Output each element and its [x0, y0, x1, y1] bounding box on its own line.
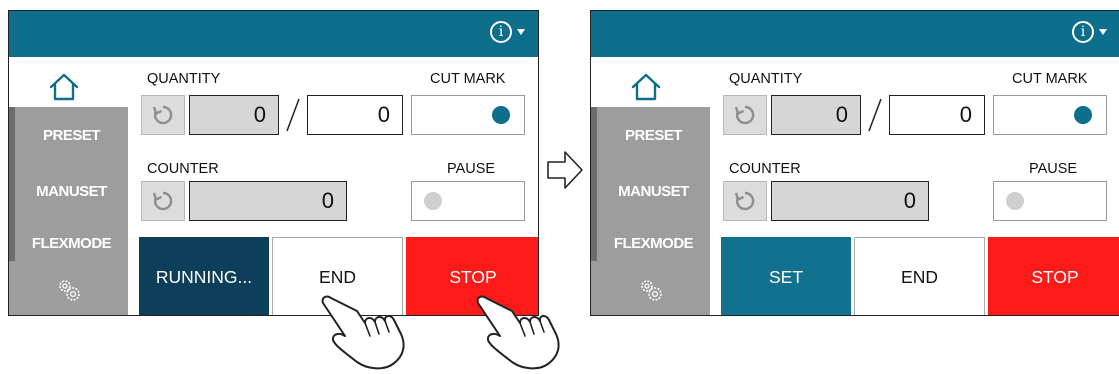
reset-icon — [734, 105, 755, 125]
cut-mark-label: CUT MARK — [430, 71, 506, 87]
pause-toggle[interactable] — [993, 181, 1107, 221]
reset-icon — [734, 191, 755, 211]
pause-label: PAUSE — [447, 161, 496, 177]
pause-label: PAUSE — [1029, 161, 1078, 177]
cut-mark-toggle[interactable] — [411, 95, 525, 135]
stop-button[interactable]: STOP — [988, 237, 1119, 315]
screen-running: i PRESET MANUSET FLEXMODE QUANTITY CUT M… — [8, 10, 539, 316]
quantity-current-field: 0 — [189, 95, 279, 135]
quantity-label: QUANTITY — [729, 71, 803, 87]
pointing-hand-icon — [321, 295, 405, 370]
quantity-target-field[interactable]: 0 — [307, 95, 403, 135]
sidebar-item-flexmode[interactable]: FLEXMODE — [597, 235, 710, 252]
reset-icon — [152, 191, 173, 211]
quantity-reset-button[interactable] — [723, 95, 767, 135]
pause-toggle[interactable] — [411, 181, 525, 221]
end-button[interactable]: END — [854, 237, 985, 315]
info-circle-icon[interactable]: i — [1072, 21, 1094, 43]
counter-label: COUNTER — [147, 161, 219, 177]
cut-mark-indicator — [492, 106, 510, 124]
running-button[interactable]: RUNNING... — [139, 237, 269, 315]
info-circle-icon[interactable]: i — [490, 21, 512, 43]
pause-indicator — [1006, 192, 1024, 210]
pointing-hand-icon — [476, 295, 560, 370]
sidebar-item-manuset[interactable]: MANUSET — [15, 183, 128, 200]
counter-field: 0 — [771, 181, 929, 221]
sidebar-item-flexmode[interactable]: FLEXMODE — [15, 235, 128, 252]
home-icon[interactable] — [631, 73, 661, 101]
cut-mark-label: CUT MARK — [1012, 71, 1088, 87]
cut-mark-toggle[interactable] — [993, 95, 1107, 135]
info-menu[interactable]: i — [490, 21, 525, 43]
counter-label: COUNTER — [729, 161, 801, 177]
reset-icon — [152, 105, 173, 125]
sidebar-item-preset[interactable]: PRESET — [597, 127, 710, 144]
quantity-label: QUANTITY — [147, 71, 221, 87]
info-menu[interactable]: i — [1072, 21, 1107, 43]
sidebar: PRESET MANUSET FLEXMODE — [591, 107, 710, 315]
cut-mark-indicator — [1074, 106, 1092, 124]
right-arrow-icon — [547, 151, 583, 189]
dropdown-caret-icon[interactable] — [517, 29, 525, 35]
quantity-separator — [868, 98, 882, 132]
sidebar-item-preset[interactable]: PRESET — [15, 127, 128, 144]
quantity-current-field: 0 — [771, 95, 861, 135]
header-bar: i — [591, 11, 1119, 57]
counter-reset-button[interactable] — [141, 181, 185, 221]
home-icon[interactable] — [49, 73, 79, 101]
screen-set: i PRESET MANUSET FLEXMODE QUANTITY CUT M… — [590, 10, 1119, 316]
sidebar: PRESET MANUSET FLEXMODE — [9, 107, 128, 315]
gears-icon[interactable] — [638, 277, 664, 303]
dropdown-caret-icon[interactable] — [1099, 29, 1107, 35]
counter-field: 0 — [189, 181, 347, 221]
set-button[interactable]: SET — [721, 237, 851, 315]
gears-icon[interactable] — [56, 277, 82, 303]
quantity-target-field[interactable]: 0 — [889, 95, 985, 135]
quantity-reset-button[interactable] — [141, 95, 185, 135]
counter-reset-button[interactable] — [723, 181, 767, 221]
quantity-separator — [286, 98, 300, 132]
pause-indicator — [424, 192, 442, 210]
header-bar: i — [9, 11, 538, 57]
sidebar-item-manuset[interactable]: MANUSET — [597, 183, 710, 200]
